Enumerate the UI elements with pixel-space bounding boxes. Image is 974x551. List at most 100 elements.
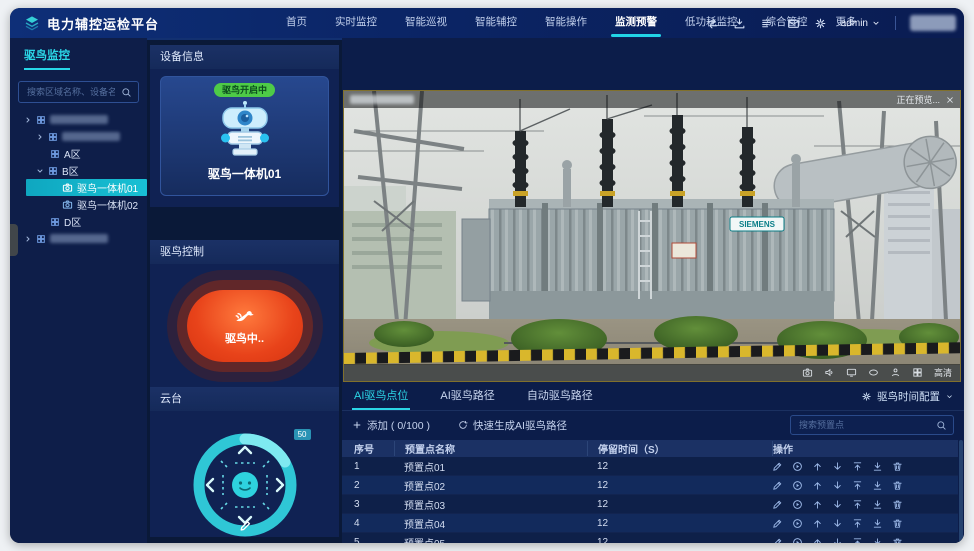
edit-icon[interactable] (772, 518, 783, 529)
settings-gear-icon[interactable] (814, 17, 827, 30)
bird-repel-button[interactable]: 驱鸟中.. (186, 289, 303, 362)
split-screen-icon[interactable] (912, 367, 923, 378)
nav-monitor-warning[interactable]: 监测预警 (601, 8, 671, 38)
preset-search[interactable] (790, 415, 954, 435)
play-icon[interactable] (792, 518, 803, 529)
tree-node-zone-b[interactable]: B区 (10, 162, 147, 179)
move-down-icon[interactable] (832, 480, 843, 491)
delete-icon[interactable] (892, 461, 903, 472)
plus-icon (353, 421, 361, 429)
move-top-icon[interactable] (852, 499, 863, 510)
tab-ai-bird-path[interactable]: AI驱鸟路径 (438, 387, 496, 410)
ptz-joystick[interactable]: 50 (187, 427, 311, 543)
edit-icon[interactable] (772, 537, 783, 544)
delete-icon[interactable] (892, 537, 903, 544)
edit-icon[interactable] (772, 480, 783, 491)
mail-icon[interactable] (787, 17, 800, 30)
close-icon[interactable] (946, 96, 954, 104)
preset-search-input[interactable] (797, 419, 932, 431)
nav-smart-auxiliary[interactable]: 智能辅控 (461, 8, 531, 38)
search-icon[interactable] (121, 87, 132, 98)
video-player[interactable]: SIEMENS 正在预览... 高清 (343, 90, 961, 382)
move-up-icon[interactable] (812, 499, 823, 510)
search-icon[interactable] (936, 420, 947, 431)
move-bottom-icon[interactable] (872, 461, 883, 472)
tree-node-zone-a[interactable]: A区 (10, 145, 147, 162)
report-list-icon[interactable] (760, 17, 773, 30)
move-top-icon[interactable] (852, 518, 863, 529)
navbar-tools: admin (706, 8, 956, 38)
delete-icon[interactable] (892, 499, 903, 510)
play-icon[interactable] (792, 499, 803, 510)
move-top-icon[interactable] (852, 480, 863, 491)
move-up-icon[interactable] (812, 537, 823, 544)
move-up-icon[interactable] (812, 518, 823, 529)
sidebar-search-input[interactable] (25, 86, 117, 98)
expander-icon[interactable] (24, 116, 32, 124)
device-camera-icon (62, 200, 73, 209)
move-up-icon[interactable] (812, 461, 823, 472)
tab-ai-bird-points[interactable]: AI驱鸟点位 (352, 387, 411, 410)
tab-auto-bird-path[interactable]: 自动驱鸟路径 (525, 387, 595, 410)
chevron-down-icon (873, 21, 879, 25)
table-row[interactable]: 4 预置点04 12 (342, 514, 958, 533)
swap-icon[interactable] (706, 17, 719, 30)
delete-icon[interactable] (892, 480, 903, 491)
move-bottom-icon[interactable] (872, 537, 883, 544)
sidebar-collapse-handle[interactable] (10, 224, 18, 256)
add-preset-button[interactable]: 添加 ( 0/100 ) (352, 418, 430, 433)
snapshot-icon[interactable] (802, 367, 813, 378)
delete-icon[interactable] (892, 518, 903, 529)
download-icon[interactable] (733, 17, 746, 30)
move-top-icon[interactable] (852, 461, 863, 472)
move-bottom-icon[interactable] (872, 499, 883, 510)
tree-node-station[interactable] (10, 128, 147, 145)
preset-person-icon[interactable] (890, 367, 901, 378)
play-icon[interactable] (792, 537, 803, 544)
table-scrollbar[interactable] (959, 440, 963, 543)
volume-icon[interactable] (824, 367, 835, 378)
device-card: 驱鸟开启中 驱鸟一体机01 (160, 76, 329, 196)
table-row[interactable]: 5 预置点05 12 (342, 533, 958, 543)
content-tabs: AI驱鸟点位 AI驱鸟路径 自动驱鸟路径 驱鸟时间配置 (342, 384, 964, 411)
user-menu[interactable]: admin (841, 18, 881, 29)
move-down-icon[interactable] (832, 499, 843, 510)
table-header: 序号 预置点名称 停留时间（S） 操作 (342, 440, 958, 457)
fisheye-icon[interactable] (868, 367, 879, 378)
device-info-panel: 设备信息 驱鸟开启中 驱鸟一体机01 (150, 45, 339, 207)
tree-node-zone-d[interactable]: D区 (10, 213, 147, 230)
nav-home[interactable]: 首页 (272, 8, 321, 38)
move-down-icon[interactable] (832, 461, 843, 472)
expander-icon[interactable] (36, 133, 44, 141)
move-bottom-icon[interactable] (872, 480, 883, 491)
bird-repeller-robot-icon (220, 101, 269, 156)
nav-realtime-monitor[interactable]: 实时监控 (321, 8, 391, 38)
move-up-icon[interactable] (812, 480, 823, 491)
tree-node-device-02[interactable]: 驱鸟一体机02 (10, 196, 147, 213)
table-row[interactable]: 2 预置点02 12 (342, 476, 958, 495)
tree-node-root[interactable] (10, 111, 147, 128)
table-row[interactable]: 3 预置点03 12 (342, 495, 958, 514)
sidebar-tab-bird-monitor[interactable]: 驱鸟监控 (24, 47, 70, 70)
tree-node-other[interactable] (10, 230, 147, 247)
nav-smart-patrol[interactable]: 智能巡视 (391, 8, 461, 38)
move-top-icon[interactable] (852, 537, 863, 544)
monitor-icon[interactable] (846, 367, 857, 378)
table-row[interactable]: 1 预置点01 12 (342, 457, 958, 476)
bird-time-config[interactable]: 驱鸟时间配置 (861, 389, 954, 410)
edit-icon[interactable] (772, 461, 783, 472)
move-down-icon[interactable] (832, 537, 843, 544)
play-icon[interactable] (792, 461, 803, 472)
edit-icon[interactable] (772, 499, 783, 510)
tree-node-device-01[interactable]: 驱鸟一体机01 (26, 179, 147, 196)
expander-icon[interactable] (36, 167, 44, 175)
move-bottom-icon[interactable] (872, 518, 883, 529)
redacted-label (62, 132, 120, 141)
nav-smart-operation[interactable]: 智能操作 (531, 8, 601, 38)
sidebar-search[interactable] (18, 81, 139, 103)
quality-label[interactable]: 高清 (934, 366, 952, 379)
quick-generate-button[interactable]: 快速生成AI驱鸟路径 (458, 418, 567, 433)
play-icon[interactable] (792, 480, 803, 491)
move-down-icon[interactable] (832, 518, 843, 529)
expander-icon[interactable] (24, 235, 32, 243)
